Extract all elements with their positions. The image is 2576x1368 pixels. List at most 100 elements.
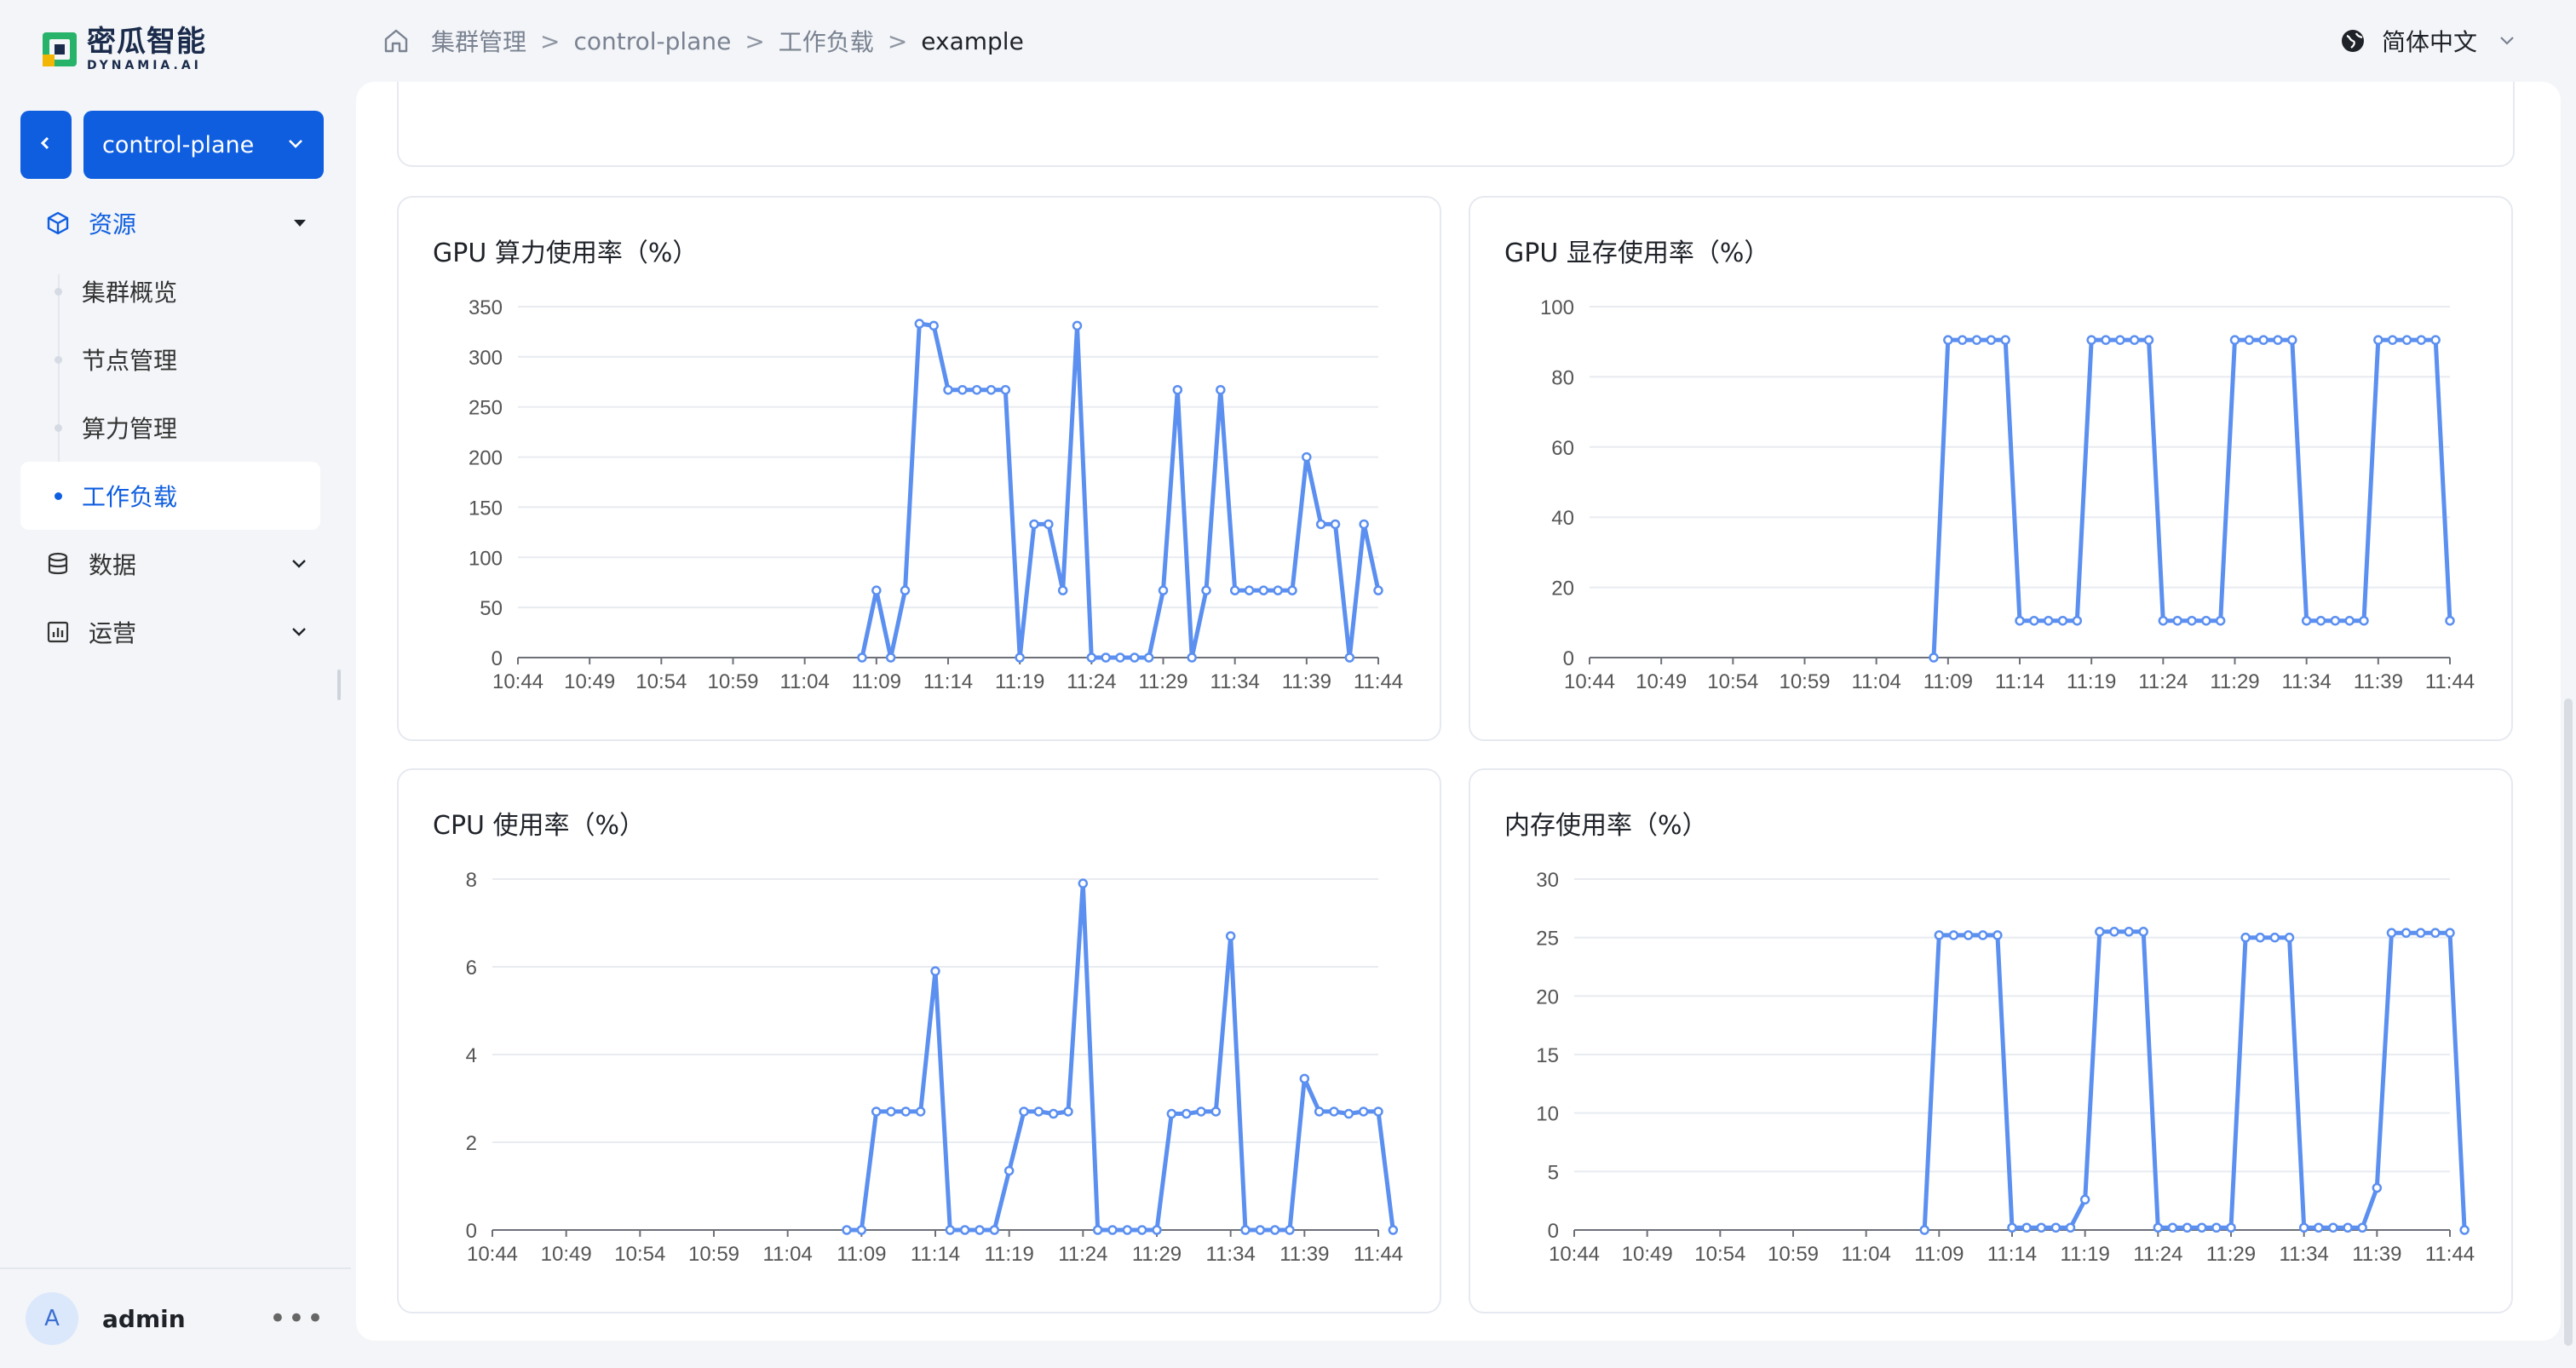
y-tick-label: 25 xyxy=(1536,928,1559,951)
data-point xyxy=(1019,1106,1029,1117)
y-tick-label: 50 xyxy=(480,597,503,620)
sidebar-group-label: 资源 xyxy=(89,210,137,239)
data-point xyxy=(1201,585,1211,595)
back-button[interactable] xyxy=(20,111,72,179)
chevron-down-icon xyxy=(2498,27,2516,55)
data-point xyxy=(1216,384,1226,395)
data-point xyxy=(1196,1106,1206,1117)
x-tick-label: 11:04 xyxy=(763,1243,813,1266)
y-tick-label: 20 xyxy=(1551,578,1574,601)
y-tick-label: 5 xyxy=(1548,1161,1559,1184)
chevron-left-icon xyxy=(38,135,54,154)
breadcrumb-item[interactable]: 工作负载 xyxy=(779,24,874,58)
breadcrumb-item[interactable]: control-plane xyxy=(573,27,731,55)
data-point xyxy=(1986,335,1997,345)
data-point xyxy=(2086,335,2096,345)
language-switcher[interactable]: 简体中文 xyxy=(2339,0,2516,82)
data-point xyxy=(2269,932,2280,943)
x-tick-label: 11:04 xyxy=(1842,1243,1891,1266)
data-point xyxy=(1971,335,1982,345)
y-tick-label: 350 xyxy=(469,296,503,319)
data-point xyxy=(1314,1106,1325,1117)
data-point xyxy=(1229,585,1240,595)
more-icon[interactable]: ••• xyxy=(269,1302,325,1336)
home-icon[interactable] xyxy=(382,26,411,55)
data-point xyxy=(2211,1222,2222,1233)
y-tick-label: 8 xyxy=(466,869,477,892)
cluster-select[interactable]: control-plane xyxy=(83,111,324,179)
chart-card-cpu: CPU 使用率（%） 0 2 4 6 8 10:44 10:49 10:54 10:59 11:0… xyxy=(397,768,1441,1313)
sidebar-item-label: 节点管理 xyxy=(82,347,178,375)
sidebar-group-operations[interactable]: 运营 xyxy=(20,598,320,666)
data-point xyxy=(1029,519,1039,530)
data-point xyxy=(959,1225,970,1235)
data-point xyxy=(1285,1225,1295,1235)
data-point xyxy=(2072,615,2083,626)
data-point xyxy=(2240,932,2251,943)
x-tick-label: 10:49 xyxy=(541,1243,592,1266)
data-point xyxy=(1225,931,1236,941)
data-point xyxy=(2387,335,2398,345)
y-tick-label: 2 xyxy=(466,1132,477,1155)
data-point xyxy=(1130,652,1140,663)
x-tick-label: 11:29 xyxy=(1138,670,1187,693)
sidebar-group-data[interactable]: 数据 xyxy=(20,530,320,598)
data-point xyxy=(900,1106,911,1117)
data-point xyxy=(857,652,867,663)
scrollbar[interactable] xyxy=(2564,698,2573,1346)
x-tick-label: 10:59 xyxy=(688,1243,739,1266)
data-point xyxy=(2401,335,2412,345)
logo[interactable]: 密瓜智能 DYNAMIA.AI xyxy=(41,26,206,73)
y-tick-label: 30 xyxy=(1536,869,1559,892)
avatar[interactable]: A xyxy=(26,1292,78,1345)
data-point xyxy=(2182,1222,2193,1233)
sidebar-item-cluster-overview[interactable]: 集群概览 xyxy=(20,257,320,325)
data-point xyxy=(2158,615,2169,626)
data-point xyxy=(871,1106,882,1117)
y-tick-label: 10 xyxy=(1536,1103,1559,1126)
data-point xyxy=(2373,335,2383,345)
data-point xyxy=(930,966,940,976)
y-tick-label: 300 xyxy=(469,347,503,370)
x-tick-label: 11:34 xyxy=(2282,670,2332,693)
data-point xyxy=(2328,1222,2338,1233)
x-tick-label: 10:44 xyxy=(1549,1243,1600,1266)
data-point xyxy=(2284,932,2295,943)
data-point xyxy=(2445,928,2455,938)
chart-card-gpu-memory: GPU 显存使用率（%） 0 20 40 60 80 100 10:44 10:49 10:54… xyxy=(1469,196,2513,741)
data-point xyxy=(1143,652,1154,663)
sidebar-item-node-management[interactable]: 节点管理 xyxy=(20,325,320,394)
x-tick-label: 10:49 xyxy=(564,670,615,693)
data-point xyxy=(2079,1194,2090,1205)
x-tick-label: 11:09 xyxy=(1923,670,1973,693)
breadcrumb-current: example xyxy=(921,26,1024,55)
data-point xyxy=(929,320,939,331)
data-point xyxy=(971,384,982,395)
data-point xyxy=(1359,519,1369,530)
data-point xyxy=(1072,320,1083,331)
data-point xyxy=(1329,1106,1339,1117)
data-point xyxy=(1299,1073,1310,1084)
logo-mark-icon xyxy=(41,31,78,68)
data-point xyxy=(1273,585,1283,595)
data-point xyxy=(1258,585,1269,595)
data-point xyxy=(1101,652,1111,663)
data-point xyxy=(900,585,911,595)
y-tick-label: 100 xyxy=(469,547,503,570)
data-point xyxy=(1152,1225,1162,1235)
data-point xyxy=(2315,615,2326,626)
data-point xyxy=(1057,585,1068,595)
breadcrumb-item[interactable]: 集群管理 xyxy=(431,24,526,58)
sidebar-item-compute-management[interactable]: 算力管理 xyxy=(20,394,320,462)
sidebar-collapse-handle[interactable] xyxy=(337,670,341,700)
data-point xyxy=(2229,335,2240,345)
y-tick-label: 6 xyxy=(466,957,477,980)
y-tick-label: 80 xyxy=(1551,366,1574,389)
username: admin xyxy=(102,1304,186,1333)
data-point xyxy=(2372,1182,2383,1193)
x-tick-label: 11:39 xyxy=(1282,670,1331,693)
sidebar-item-workloads[interactable]: 工作负载 xyxy=(20,462,320,530)
sidebar-group-resources[interactable]: 资源 xyxy=(20,189,320,257)
x-tick-label: 11:19 xyxy=(995,670,1044,693)
breadcrumb-separator: > xyxy=(887,26,908,55)
